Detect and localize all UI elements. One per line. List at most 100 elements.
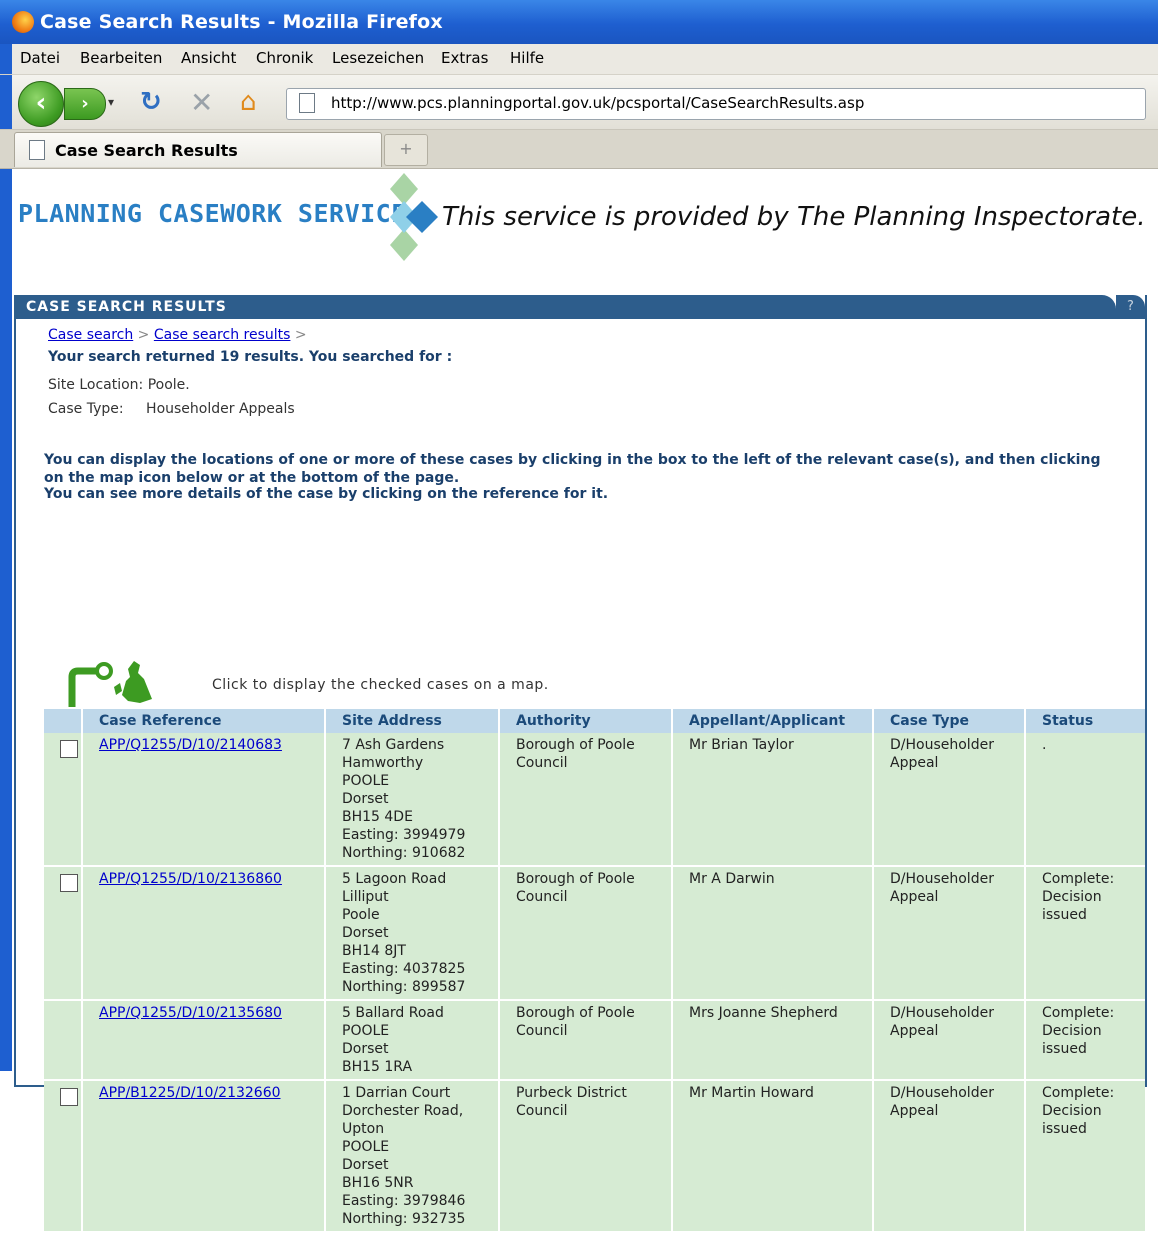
authority-cell: Purbeck District Council (498, 1080, 672, 1233)
site-address-cell-line: Dorset (342, 925, 389, 941)
row-select-cell (44, 733, 82, 867)
status-cell: Complete: Decision issued (1024, 866, 1145, 1001)
table-header-row: Case Reference Site Address Authority Ap… (44, 709, 1145, 733)
authority-cell: Borough of Poole Council (498, 866, 672, 1001)
window-edge (0, 44, 12, 74)
appellant-cell: Mr Brian Taylor (671, 733, 873, 867)
site-address-cell-line: BH14 8JT (342, 943, 406, 959)
col-status: Status (1024, 709, 1145, 733)
results-table: Case Reference Site Address Authority Ap… (44, 709, 1145, 1233)
menu-lesezeichen[interactable]: Lesezeichen (332, 49, 424, 67)
site-address-cell-line: POOLE (342, 1023, 390, 1039)
case-reference-link[interactable]: APP/B1225/D/10/2132660 (99, 1085, 281, 1101)
firefox-icon (12, 11, 34, 33)
page-content: PLANNING CASEWORK SERVICE This service i… (12, 169, 1158, 1233)
table-row: APP/Q1255/D/10/2136860 5 Lagoon Road Lilli… (44, 866, 1145, 1001)
row-select-cell (44, 866, 82, 1001)
help-button[interactable]: ? (1116, 295, 1145, 319)
criteria-case-type: Case Type: Householder Appeals (48, 401, 295, 417)
status-cell-line: . (1042, 737, 1047, 753)
map-display-icon[interactable] (68, 655, 188, 711)
home-icon[interactable]: ⌂ (240, 87, 257, 117)
site-address-cell-line: POOLE (342, 1139, 390, 1155)
page-icon (29, 140, 45, 160)
menu-ansicht[interactable]: Ansicht (181, 49, 236, 67)
status-cell-line: issued (1042, 1121, 1087, 1137)
back-button[interactable]: ‹ (18, 81, 64, 127)
status-cell: Complete: Decision issued (1024, 1080, 1145, 1233)
row-checkbox[interactable] (60, 1088, 78, 1106)
brand-logo-text: PLANNING CASEWORK SERVICE (18, 199, 407, 228)
site-address-cell-line: Poole (342, 907, 380, 923)
case-type-cell: D/Householder Appeal (872, 1000, 1025, 1081)
case-type-cell: D/Householder Appeal (872, 733, 1025, 867)
case-reference-link[interactable]: APP/Q1255/D/10/2140683 (99, 737, 282, 753)
appellant-cell: Mrs Joanne Shepherd (671, 1000, 873, 1081)
case-reference-cell: APP/Q1255/D/10/2135680 (81, 1000, 325, 1081)
breadcrumb-case-search-results[interactable]: Case search results (154, 327, 291, 343)
case-reference-cell: APP/B1225/D/10/2132660 (81, 1080, 325, 1233)
case-reference-link[interactable]: APP/Q1255/D/10/2135680 (99, 1005, 282, 1021)
case-reference-cell: APP/Q1255/D/10/2140683 (81, 733, 325, 867)
col-site-address: Site Address (324, 709, 499, 733)
site-address-cell-line: Dorchester Road, (342, 1103, 464, 1119)
case-reference-link[interactable]: APP/Q1255/D/10/2136860 (99, 871, 282, 887)
criteria-value: Householder Appeals (146, 401, 295, 417)
forward-arrow-icon: › (81, 93, 89, 114)
col-case-type: Case Type (872, 709, 1025, 733)
col-appellant: Appellant/Applicant (671, 709, 873, 733)
breadcrumb-case-search[interactable]: Case search (48, 327, 133, 343)
site-address-cell-line: POOLE (342, 773, 390, 789)
forward-button[interactable]: › (64, 88, 106, 120)
tagline: This service is provided by The Planning… (442, 202, 1146, 232)
results-panel: CASE SEARCH RESULTS ? Case search > Case… (14, 295, 1147, 1233)
case-type-cell-line: Appeal (890, 889, 939, 905)
site-address-cell-line: 5 Lagoon Road (342, 871, 447, 887)
authority-cell-line: Purbeck District (516, 1085, 627, 1101)
site-address-cell-line: Northing: 899587 (342, 979, 466, 995)
row-checkbox[interactable] (60, 740, 78, 758)
col-select (44, 709, 82, 733)
authority-cell-line: Council (516, 889, 568, 905)
row-checkbox[interactable] (60, 874, 78, 892)
site-address-cell-line: Dorset (342, 1157, 389, 1173)
url-text[interactable]: http://www.pcs.planningportal.gov.uk/pcs… (331, 94, 864, 112)
site-address-cell-line: Dorset (342, 1041, 389, 1057)
appellant-cell: Mr Martin Howard (671, 1080, 873, 1233)
authority-cell: Borough of Poole Council (498, 1000, 672, 1081)
table-row: APP/Q1255/D/10/2140683 7 Ash Gardens Hamwo… (44, 733, 1145, 867)
menu-chronik[interactable]: Chronik (256, 49, 313, 67)
site-address-cell-line: 7 Ash Gardens (342, 737, 445, 753)
site-address-cell-line: Easting: 3979846 (342, 1193, 466, 1209)
case-type-cell-line: D/Householder (890, 1085, 994, 1101)
reload-icon[interactable]: ↻ (140, 87, 162, 117)
status-cell-line: issued (1042, 907, 1087, 923)
site-address-cell: 5 Ballard Road POOLE Dorset BH15 1RA (324, 1000, 499, 1081)
results-summary: Your search returned 19 results. You sea… (48, 349, 453, 365)
authority-cell-line: Council (516, 755, 568, 771)
new-tab-button[interactable]: + (384, 134, 428, 166)
stop-icon[interactable]: ✕ (190, 86, 213, 119)
menu-bearbeiten[interactable]: Bearbeiten (80, 49, 162, 67)
back-arrow-icon: ‹ (35, 88, 47, 118)
criteria-label: Site Location: (48, 377, 144, 393)
tab-case-search-results[interactable]: Case Search Results (14, 132, 382, 167)
window-titlebar: Case Search Results - Mozilla Firefox (0, 0, 1158, 44)
site-address-cell: 5 Lagoon Road Lilliput Poole Dorset BH14 8JT… (324, 866, 499, 1001)
menu-datei[interactable]: Datei (20, 49, 60, 67)
navigation-toolbar: ‹ › ▾ ↻ ✕ ⌂ http://www.pcs.planningporta… (0, 75, 1158, 130)
breadcrumb: Case search > Case search results > (48, 327, 307, 343)
status-cell-line: Decision (1042, 889, 1102, 905)
menu-hilfe[interactable]: Hilfe (510, 49, 544, 67)
breadcrumb-separator: > (137, 327, 150, 343)
authority-cell-line: Council (516, 1103, 568, 1119)
history-dropdown-icon[interactable]: ▾ (108, 95, 114, 109)
panel-title: CASE SEARCH RESULTS (26, 299, 227, 315)
menu-extras[interactable]: Extras (441, 49, 488, 67)
address-bar[interactable]: http://www.pcs.planningportal.gov.uk/pcs… (286, 88, 1146, 120)
case-type-cell: D/Householder Appeal (872, 866, 1025, 1001)
case-reference-cell: APP/Q1255/D/10/2136860 (81, 866, 325, 1001)
site-address-cell-line: Lilliput (342, 889, 389, 905)
window-title: Case Search Results - Mozilla Firefox (40, 11, 443, 33)
site-address-cell-line: Northing: 932735 (342, 1211, 466, 1227)
